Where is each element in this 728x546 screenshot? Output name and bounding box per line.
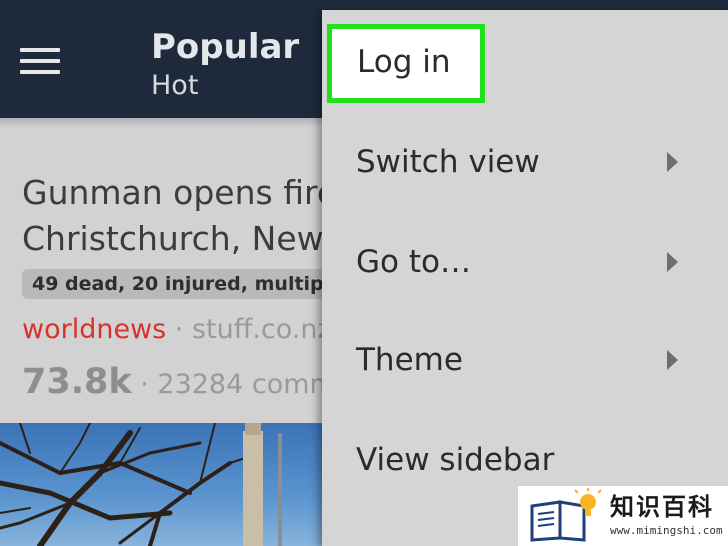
menu-item-go-to[interactable]: Go to…	[322, 222, 728, 302]
post-domain: · stuff.co.nz	[166, 314, 332, 345]
post-thumbnail-image[interactable]	[0, 423, 322, 546]
subreddit-link[interactable]: worldnews	[22, 314, 166, 345]
submenu-arrow-icon	[667, 152, 678, 172]
page-title: Popular	[151, 27, 300, 67]
post-flair-tag: 49 dead, 20 injured, multiple	[22, 269, 354, 299]
tree-branches-image	[0, 423, 282, 546]
submenu-arrow-icon	[667, 350, 678, 370]
watermark-text: 知识百科	[610, 493, 714, 521]
menu-item-label: View sidebar	[356, 442, 555, 478]
post-headline[interactable]: Gunman opens fire Christchurch, New Z	[22, 170, 357, 262]
post-source-line: worldnews · stuff.co.nz	[22, 312, 332, 348]
post-score: 73.8k	[22, 362, 132, 402]
watermark-logo: 知识百科 www.mimingshi.com	[518, 486, 728, 546]
post-stats-line: 73.8k · 23284 comme	[22, 362, 352, 405]
post-comments-count[interactable]: · 23284 comme	[132, 369, 352, 400]
menu-item-label: Theme	[356, 342, 463, 378]
menu-item-label: Switch view	[356, 144, 540, 180]
book-lightbulb-icon	[530, 488, 602, 542]
post-headline-line: Gunman opens fire	[22, 173, 338, 212]
post-headline-line: Christchurch, New Z	[22, 219, 357, 258]
hamburger-line	[20, 59, 60, 63]
sort-subtitle[interactable]: Hot	[151, 70, 198, 102]
submenu-arrow-icon	[667, 252, 678, 272]
tower-shape	[243, 431, 263, 546]
watermark-url: www.mimingshi.com	[610, 524, 723, 537]
menu-item-label: Go to…	[356, 244, 471, 280]
log-in-label[interactable]: Log in	[357, 42, 450, 82]
menu-hamburger-icon[interactable]	[20, 46, 60, 76]
hamburger-line	[20, 48, 60, 52]
hamburger-line	[20, 70, 60, 74]
menu-item-switch-view[interactable]: Switch view	[322, 122, 728, 202]
menu-item-theme[interactable]: Theme	[322, 320, 728, 400]
